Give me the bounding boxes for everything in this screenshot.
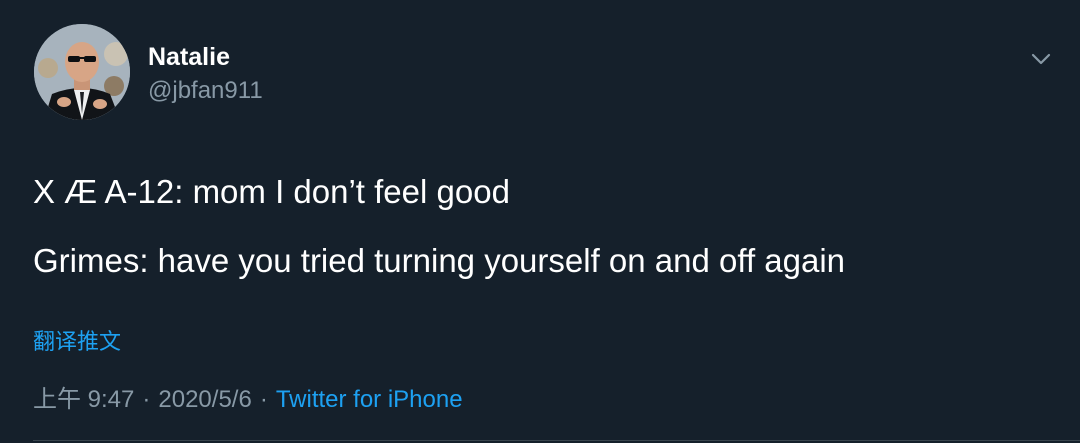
tweet-card: Natalie @jbfan911 X Æ A-12: mom I don’t … (0, 0, 1080, 443)
profile-photo-icon (34, 24, 130, 120)
tweet-meta: 上午 9:47 · 2020/5/6 · Twitter for iPhone (33, 385, 463, 415)
tweet-time[interactable]: 上午 9:47 (33, 386, 134, 413)
tweet-date[interactable]: 2020/5/6 (158, 386, 251, 413)
meta-separator: · (142, 386, 151, 413)
divider (33, 440, 1080, 441)
avatar[interactable] (34, 24, 130, 120)
user-handle[interactable]: @jbfan911 (148, 76, 263, 106)
translate-tweet-link[interactable]: 翻译推文 (33, 328, 121, 356)
chevron-down-icon[interactable] (1028, 46, 1054, 72)
tweet-text-line: Grimes: have you tried turning yourself … (33, 242, 846, 279)
display-name[interactable]: Natalie (148, 42, 230, 72)
tweet-source-link[interactable]: Twitter for iPhone (276, 386, 463, 413)
tweet-text-line: X Æ A-12: mom I don’t feel good (33, 173, 510, 210)
meta-separator: · (259, 386, 268, 413)
